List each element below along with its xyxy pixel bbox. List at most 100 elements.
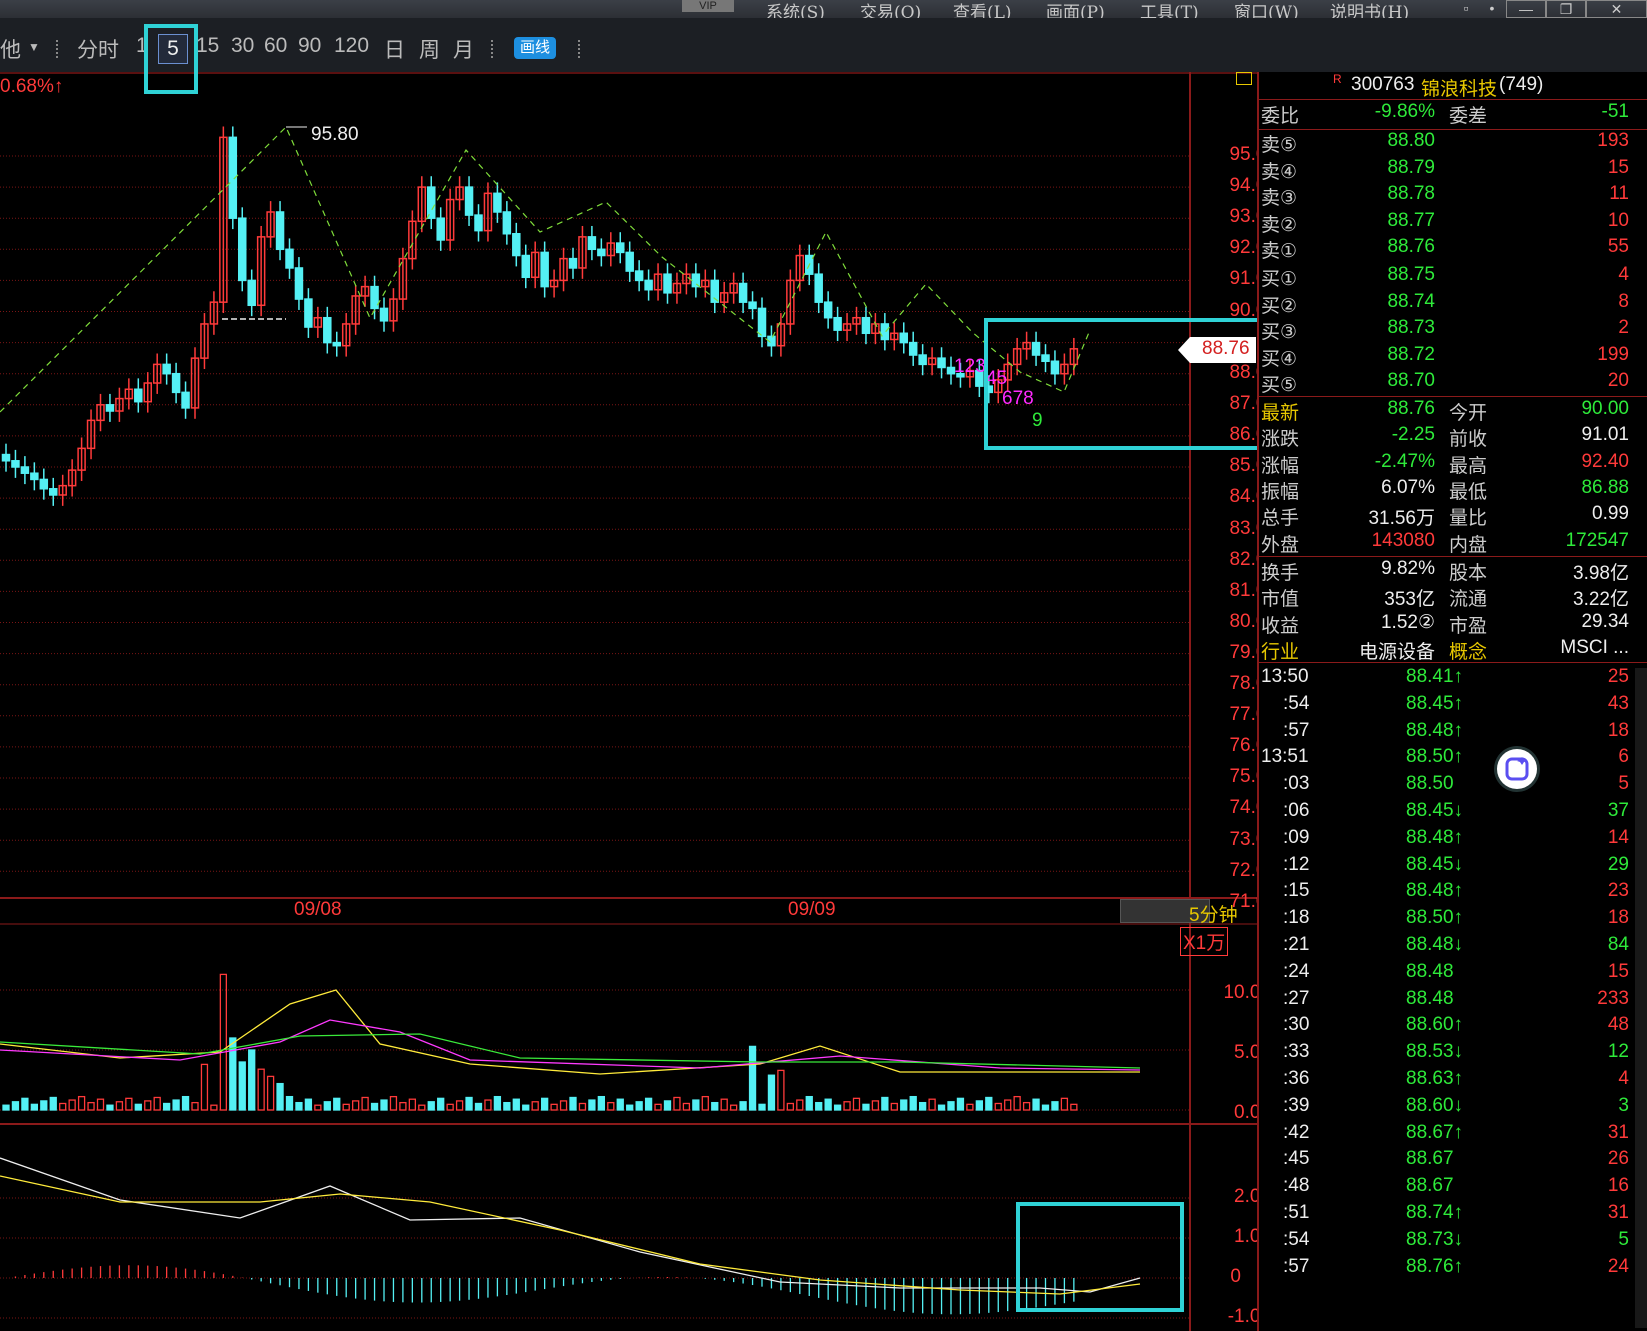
tick-volume: 29 [1607, 853, 1629, 875]
tick-time: :30 [1283, 1014, 1310, 1036]
chevron-down-icon[interactable]: ▼ [28, 40, 40, 54]
maximize-icon[interactable]: ❐ [1546, 0, 1586, 18]
tick-volume: 48 [1607, 1014, 1629, 1036]
period-90min[interactable]: 90 [298, 34, 321, 58]
bid-volume: 4 [1618, 264, 1629, 285]
bid-row[interactable]: 买② 88.74 8 [1259, 291, 1647, 318]
macd-dif-line [0, 1157, 1141, 1293]
period-intraday[interactable]: 分时 [77, 34, 119, 64]
tick-volume: 16 [1607, 1175, 1629, 1197]
ask-label: 卖⑤ [1261, 135, 1298, 156]
period-day[interactable]: 日 [384, 34, 405, 64]
volume-bar [418, 1104, 426, 1111]
volume-bar [522, 1104, 530, 1111]
ask-price: 88.77 [1387, 209, 1435, 231]
kline-chart[interactable] [0, 72, 1257, 1331]
ask-row[interactable]: 卖③ 88.78 11 [1259, 183, 1647, 210]
volume-bar [361, 1096, 369, 1111]
volume-bar [843, 1101, 851, 1111]
period-month[interactable]: 月 [453, 34, 474, 64]
bid-row[interactable]: 买⑤ 88.70 20 [1259, 370, 1647, 397]
stat-value: 1.52② [1380, 611, 1435, 633]
bid-row[interactable]: 买① 88.75 4 [1259, 264, 1647, 291]
tick-time: :48 [1283, 1175, 1310, 1197]
bid-price: 88.74 [1387, 290, 1435, 312]
volume-bar [663, 1100, 672, 1111]
volume-bar [30, 1103, 39, 1111]
stat-label[interactable]: 行业 [1261, 637, 1299, 664]
volume-bar [210, 1104, 218, 1111]
minimize-icon[interactable]: — [1506, 0, 1546, 18]
tick-price: 88.73↓ [1406, 1228, 1464, 1250]
volume-bar [815, 1101, 823, 1111]
chart-settings-icon[interactable] [1236, 72, 1252, 85]
ask-price: 88.79 [1387, 156, 1435, 178]
stat-label: 流通 [1449, 589, 1488, 611]
stat-label: 市盈 [1449, 615, 1488, 637]
pin-icon[interactable]: • [1482, 0, 1502, 18]
volume-bar [786, 1102, 794, 1111]
tick-time: :57 [1283, 1255, 1310, 1277]
volume-bar [21, 1097, 29, 1111]
period-15min[interactable]: 15 [196, 34, 219, 58]
volume-bar [692, 1099, 700, 1111]
ask-row[interactable]: 卖④ 88.79 15 [1259, 157, 1647, 184]
volume-bar [389, 1095, 398, 1111]
volume-bar [635, 1101, 643, 1111]
ask-row[interactable]: 卖① 88.76 55 [1259, 236, 1647, 263]
stat-value: 91.01 [1581, 424, 1629, 446]
volume-bar [881, 1096, 889, 1111]
draw-line-button[interactable]: 画线 [514, 37, 556, 59]
bid-row[interactable]: 买③ 88.73 2 [1259, 317, 1647, 344]
period-week[interactable]: 周 [419, 34, 440, 64]
stat-value: 172547 [1565, 529, 1629, 551]
volume-bar [824, 1098, 832, 1111]
bid-volume: 20 [1607, 370, 1629, 391]
bid-label: 买④ [1261, 348, 1298, 370]
assistant-float-icon[interactable] [1497, 749, 1537, 789]
tick-volume: 84 [1607, 934, 1629, 955]
toolbar-divider [578, 40, 582, 58]
tick-scrollbar[interactable] [1635, 668, 1647, 1328]
volume-bar [342, 1103, 350, 1111]
tick-time: :54 [1283, 1228, 1310, 1250]
vip-badge[interactable]: VIP [682, 0, 734, 12]
weibi-row: 委比 -9.86% 委差 -51 [1259, 101, 1647, 128]
tick-volume: 23 [1607, 880, 1629, 902]
other-menu[interactable]: 他 [0, 34, 21, 64]
tick-time: :45 [1283, 1148, 1310, 1170]
close-icon[interactable]: ✕ [1586, 0, 1647, 18]
tick-volume: 5 [1618, 773, 1629, 795]
stat-label[interactable]: 概念 [1449, 637, 1487, 664]
tick-time: :09 [1283, 826, 1310, 848]
period-60min[interactable]: 60 [264, 34, 287, 58]
stat-value: 92.40 [1581, 450, 1629, 472]
stat-row: 外盘 143080 内盘 172547 [1259, 530, 1647, 557]
period-120min[interactable]: 120 [334, 34, 369, 58]
volume-bar [654, 1103, 662, 1111]
candle-body [861, 316, 871, 335]
candle-body [285, 248, 294, 269]
volume-bar [399, 1101, 407, 1111]
candle-body [304, 298, 313, 328]
volume-bar [937, 1104, 946, 1111]
restore-small-icon[interactable]: ▫ [1456, 0, 1476, 18]
volume-bar [588, 1099, 596, 1111]
tick-volume: 31 [1607, 1121, 1629, 1143]
volume-bar [701, 1095, 709, 1111]
ask-volume: 193 [1597, 130, 1629, 151]
volume-bar [833, 1104, 842, 1111]
period-toolbar: 他 ▼ 分时 1 5 15 30 60 90 120 日 周 月 画线 [0, 18, 1647, 74]
volume-bar [172, 1099, 180, 1111]
bid-row[interactable]: 买④ 88.72 199 [1259, 344, 1647, 371]
ask-row[interactable]: 卖⑤ 88.80 193 [1259, 130, 1647, 157]
volume-bar [531, 1101, 539, 1111]
tick-price: 88.48↑ [1406, 826, 1464, 848]
period-30min[interactable]: 30 [231, 34, 254, 58]
candle-body [474, 214, 483, 232]
stat-label: 内盘 [1449, 534, 1488, 556]
highlight-box-price [984, 318, 1272, 450]
ask-row[interactable]: 卖② 88.77 10 [1259, 210, 1647, 237]
weicha-label: 委差 [1449, 106, 1488, 127]
volume-bar [852, 1097, 861, 1111]
